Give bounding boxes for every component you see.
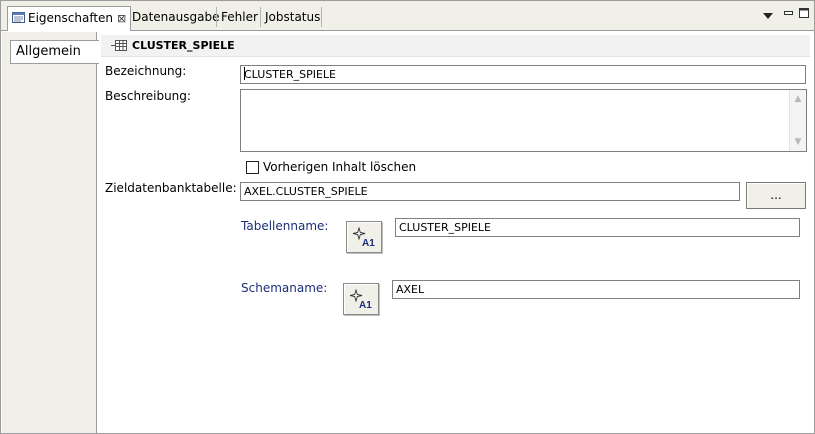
svg-text:A1: A1 <box>362 238 375 249</box>
tabellenname-label: Tabellenname: <box>241 219 329 233</box>
properties-view: Eigenschaften ⊠ Datenausgabe Fehler Jobst… <box>0 0 815 434</box>
section-title: CLUSTER_SPIELE <box>132 39 235 52</box>
schemaname-field[interactable]: AXEL <box>392 280 800 299</box>
tab-jobstatus[interactable]: Jobstatus <box>261 6 324 30</box>
bezeichnung-field[interactable]: CLUSTER_SPIELE <box>240 65 806 84</box>
vorherigen-inhalt-checkbox[interactable] <box>246 161 259 174</box>
minimize-icon[interactable] <box>784 8 794 21</box>
tabellenname-value: CLUSTER_SPIELE <box>399 221 491 234</box>
zieltabelle-field[interactable]: AXEL.CLUSTER_SPIELE <box>240 182 740 201</box>
properties-view-icon <box>12 8 25 30</box>
section-tab-label: Allgemein <box>16 44 81 59</box>
section-header: CLUSTER_SPIELE <box>101 35 810 57</box>
maximize-icon[interactable] <box>799 8 809 22</box>
view-tab-bar: Eigenschaften ⊠ Datenausgabe Fehler Jobst… <box>1 1 814 31</box>
tab-label: Fehler <box>221 10 258 24</box>
checkbox-label: Vorherigen Inhalt löschen <box>263 160 417 174</box>
svg-text:A1: A1 <box>359 300 372 311</box>
tab-label: Eigenschaften <box>28 11 114 25</box>
variable-icon: A1 <box>352 226 377 252</box>
beschreibung-label: Beschreibung: <box>105 89 191 103</box>
tab-label: Datenausgabe <box>132 10 220 24</box>
beschreibung-textarea[interactable]: ▲ ▼ <box>240 89 807 152</box>
view-menu-icon[interactable] <box>763 10 773 23</box>
tab-fehler[interactable]: Fehler <box>217 6 262 30</box>
bezeichnung-label: Bezeichnung: <box>105 64 187 78</box>
bezeichnung-value: CLUSTER_SPIELE <box>244 68 336 81</box>
table-icon <box>111 40 127 54</box>
browse-button[interactable]: ... <box>746 182 806 209</box>
tabellenname-variable-button[interactable]: A1 <box>346 221 382 253</box>
scroll-up-icon[interactable]: ▲ <box>790 91 806 107</box>
schemaname-value: AXEL <box>396 283 425 296</box>
tab-eigenschaften[interactable]: Eigenschaften ⊠ <box>7 6 132 31</box>
tab-label: Jobstatus <box>265 10 321 24</box>
section-tab-allgemein[interactable]: Allgemein <box>10 40 99 64</box>
schemaname-label: Schemaname: <box>241 281 328 295</box>
variable-icon: A1 <box>349 288 374 314</box>
zieltabelle-value: AXEL.CLUSTER_SPIELE <box>244 185 368 198</box>
vertical-scrollbar[interactable]: ▲ ▼ <box>789 90 806 151</box>
close-icon[interactable]: ⊠ <box>117 8 126 30</box>
tabellenname-field[interactable]: CLUSTER_SPIELE <box>395 218 800 237</box>
section-tab-list: Allgemein <box>2 32 99 433</box>
text-caret <box>244 67 245 80</box>
schemaname-variable-button[interactable]: A1 <box>343 283 379 315</box>
zieltabelle-label: Zieldatenbanktabelle: <box>105 181 237 195</box>
scroll-down-icon[interactable]: ▼ <box>790 134 806 150</box>
tab-datenausgabe[interactable]: Datenausgabe <box>128 6 223 30</box>
tab-divider <box>321 7 322 27</box>
